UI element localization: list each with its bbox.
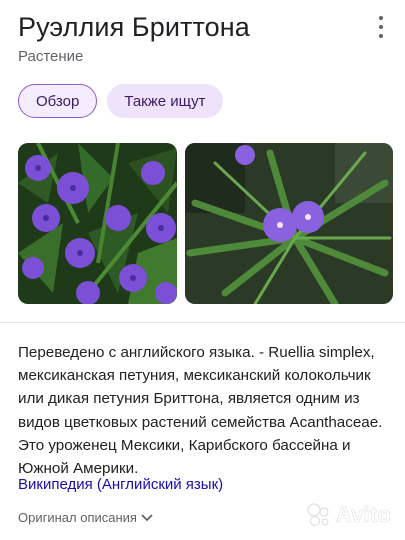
plant-photo-bush[interactable] [18,143,177,304]
watermark-text: Avito [335,502,391,528]
avito-watermark: Avito [306,502,391,528]
entity-type: Растение [18,48,84,65]
section-divider [0,322,405,323]
plant-photo-closeup-image [185,143,393,304]
plant-photo-closeup[interactable] [185,143,393,304]
more-vert-icon[interactable] [377,16,385,38]
chip-also-searched[interactable]: Также ищут [107,84,223,118]
image-gallery [18,143,393,304]
description-text: Переведено с английского языка. - Ruelli… [18,344,383,478]
original-description-label: Оригинал описания [18,510,137,525]
wikipedia-link[interactable]: Википедия (Английский язык) [18,476,223,493]
chip-bar: Обзор Также ищут [18,84,223,118]
chip-overview[interactable]: Обзор [18,84,98,118]
chevron-down-icon [141,513,153,521]
page-title: Руэллия Бриттона [18,12,250,42]
avito-logo-icon [307,503,329,526]
original-description-toggle[interactable]: Оригинал описания [18,510,153,525]
plant-photo-bush-image [18,143,177,304]
